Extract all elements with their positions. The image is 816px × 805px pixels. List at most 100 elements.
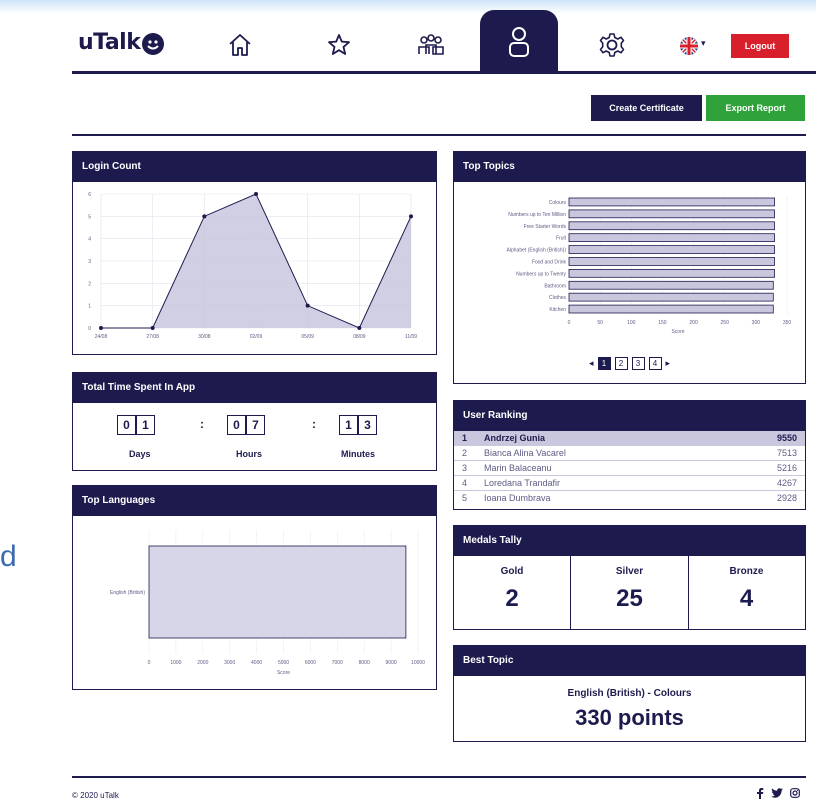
export-report-button[interactable]: Export Report (706, 95, 805, 121)
nav-groups[interactable] (413, 30, 449, 60)
table-row[interactable]: 5 Ioana Dumbrava 2928 (454, 491, 805, 505)
user-icon (509, 26, 529, 57)
hours-counter: 0 7 (227, 415, 265, 435)
data-point (305, 303, 310, 308)
category-label: Kitchen (549, 307, 566, 313)
user-name: Andrzej Gunia (484, 433, 546, 443)
x-tick-label: 11/09 (405, 334, 417, 340)
divider (72, 134, 806, 136)
page-button[interactable]: 4 (648, 357, 662, 370)
uk-flag-icon[interactable] (680, 37, 698, 55)
category-label: Free Starter Words (524, 224, 567, 230)
x-tick-label: 6000 (305, 660, 316, 666)
facebook-icon[interactable] (756, 788, 764, 799)
page-button[interactable]: 3 (631, 357, 645, 370)
copyright: © 2020 uTalk (72, 791, 119, 800)
data-point (99, 326, 103, 330)
footer-divider (72, 776, 806, 778)
medal-label: Gold (500, 566, 524, 577)
digit: 0 (117, 415, 136, 435)
data-point (202, 214, 207, 219)
utalk-logo[interactable]: uTalk (78, 30, 165, 55)
user-name: Marin Balaceanu (484, 463, 552, 473)
y-tick-label: 4 (88, 237, 91, 243)
nav-settings[interactable] (594, 30, 630, 60)
panel-title: User Ranking (454, 401, 805, 431)
medal-count: 4 (739, 585, 754, 612)
top-languages-panel: Top Languages 0 1000 2000 3000 4000 5000 6000 7… (72, 485, 437, 690)
gold-medal: Gold 2 (454, 556, 571, 629)
best-topic-points: 330 points (575, 705, 684, 730)
medal-count: 25 (616, 585, 643, 612)
data-point (409, 214, 413, 219)
login-count-panel: Login Count 0 1 2 3 4 5 6 24/08 27/08 30/08 02/09 0… (72, 151, 437, 355)
nav-profile[interactable] (480, 10, 558, 73)
user-score: 9550 (776, 433, 797, 443)
create-certificate-button[interactable]: Create Certificate (591, 95, 702, 121)
x-tick-label: 50 (597, 320, 603, 326)
x-tick-label: 8000 (359, 660, 370, 666)
x-tick-label: 9000 (386, 660, 397, 666)
data-point (357, 326, 362, 330)
category-label: Numbers up to Ten Million (508, 212, 566, 218)
data-point (254, 192, 258, 196)
group-icon (418, 34, 444, 55)
cropped-text-fragment: d (0, 540, 17, 573)
x-tick-label: 08/09 (353, 334, 366, 340)
nav-home[interactable] (222, 30, 258, 60)
chevron-left-icon[interactable]: ◂ (589, 358, 594, 369)
y-tick-label: 1 (88, 304, 91, 310)
bar (568, 245, 775, 254)
x-tick-label: 3000 (224, 660, 235, 666)
table-row[interactable]: 3 Marin Balaceanu 5216 (454, 461, 805, 476)
user-name: Loredana Trandafir (484, 478, 561, 488)
table-row[interactable]: 1 Andrzej Gunia 9550 (454, 431, 805, 446)
rank-number: 5 (462, 493, 468, 503)
user-name: Ioana Dumbrava (484, 493, 551, 503)
chevron-right-icon[interactable]: ▸ (666, 358, 671, 369)
hours-label: Hours (236, 449, 263, 459)
top-languages-chart: 0 1000 2000 3000 4000 5000 6000 7000 8000 9000 100… (110, 530, 425, 676)
gear-icon (599, 33, 625, 57)
x-tick-label: 30/08 (198, 334, 211, 340)
separator: : (200, 417, 204, 431)
user-name: Bianca Alina Vacarel (484, 448, 566, 458)
twitter-icon[interactable] (771, 788, 783, 798)
user-score: 5216 (776, 463, 797, 473)
category-label: Food and Drink (532, 259, 567, 265)
logout-button[interactable]: Logout (731, 34, 789, 58)
best-topic-panel: Best Topic English (British) - Colours 3… (453, 645, 806, 742)
page-button[interactable]: 1 (597, 357, 611, 370)
table-row[interactable]: 2 Bianca Alina Vacarel 7513 (454, 446, 805, 461)
rank-number: 4 (462, 478, 468, 488)
category-label: English (British) (110, 590, 145, 596)
digit: 0 (227, 415, 246, 435)
bar (568, 233, 775, 243)
instagram-icon[interactable] (790, 788, 800, 798)
bar (568, 280, 774, 290)
pagination: ◂ 1 2 3 4 ▸ (454, 357, 805, 370)
medal-count: 2 (505, 585, 519, 612)
x-tick-label: 250 (721, 320, 730, 326)
y-tick-label: 0 (88, 326, 91, 332)
category-label: Clothes (549, 295, 566, 301)
panel-title: Top Languages (73, 486, 436, 516)
bar (568, 292, 774, 302)
chevron-down-icon[interactable]: ▾ (701, 38, 706, 49)
x-tick-label: 02/09 (250, 334, 263, 340)
panel-title: Best Topic (454, 646, 805, 676)
x-tick-label: 05/09 (301, 334, 314, 340)
page-button[interactable]: 2 (614, 357, 628, 370)
top-topics-chart: 0 50 100 150 200 250 300 350 Score Colours Numbers… (507, 196, 791, 335)
rank-number: 3 (462, 463, 468, 473)
panel-title: Top Topics (454, 152, 805, 182)
table-row[interactable]: 4 Loredana Trandafir 4267 (454, 476, 805, 491)
bar (568, 209, 775, 219)
days-label: Days (129, 449, 151, 459)
nav-favourites[interactable] (321, 30, 357, 60)
panel-title: Medals Tally (454, 526, 805, 556)
y-tick-label: 2 (88, 281, 91, 287)
silver-medal: Silver 25 (571, 556, 689, 629)
social-links (756, 788, 800, 799)
bar (568, 257, 775, 266)
